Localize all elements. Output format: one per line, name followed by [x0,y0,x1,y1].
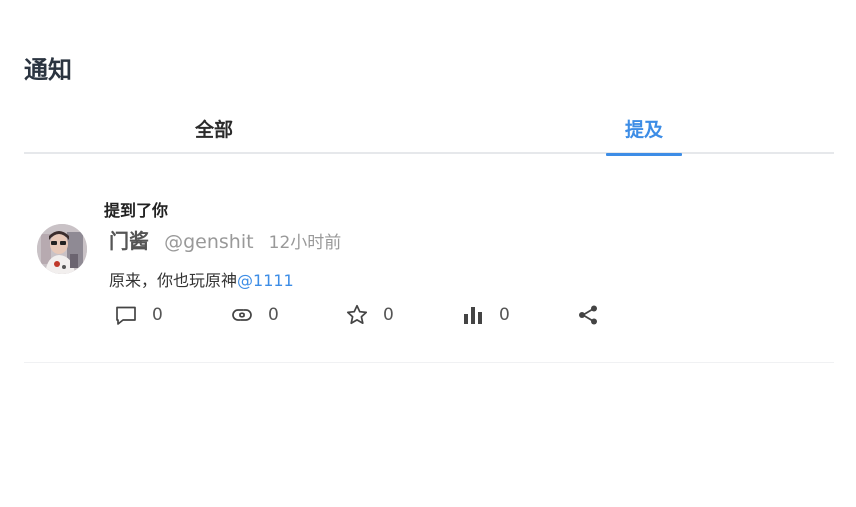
user-line: 门酱 @genshit 12小时前 [109,225,341,254]
reply-button[interactable]: 0 [114,301,163,329]
post-text: 原来，你也玩原神 [109,271,238,290]
mention-link[interactable]: @1111 [237,271,294,290]
views-count: 0 [499,305,510,325]
repost-button[interactable]: 0 [230,301,279,329]
share-button[interactable] [576,301,600,329]
views-button[interactable]: 0 [461,301,510,329]
repost-icon [230,303,254,327]
star-icon [345,303,369,327]
post-content: 原来，你也玩原神@1111 [109,267,294,291]
tab-mentions[interactable]: 提及 [606,112,682,156]
active-tab-indicator [606,153,682,156]
like-button[interactable]: 0 [345,301,394,329]
reply-count: 0 [152,305,163,325]
post-actions: 0 0 0 0 [114,301,614,329]
display-name[interactable]: 门酱 [109,229,149,253]
tab-all[interactable]: 全部 [174,112,254,154]
tab-mentions-label: 提及 [624,119,663,141]
timestamp: 12小时前 [268,233,342,253]
notification-tabs: 全部 提及 [24,112,834,156]
bar-chart-icon [461,303,485,327]
user-handle[interactable]: @genshit [164,231,253,253]
page-title: 通知 [24,56,72,84]
notification-type-label: 提到了你 [104,201,169,220]
avatar[interactable] [37,224,87,274]
like-count: 0 [383,305,394,325]
notification-item[interactable]: 提到了你 门酱 @genshit 12小时前 原来，你也玩原神@1111 0 0… [24,185,834,363]
repost-count: 0 [268,305,279,325]
comment-icon [114,303,138,327]
share-icon [576,303,600,327]
